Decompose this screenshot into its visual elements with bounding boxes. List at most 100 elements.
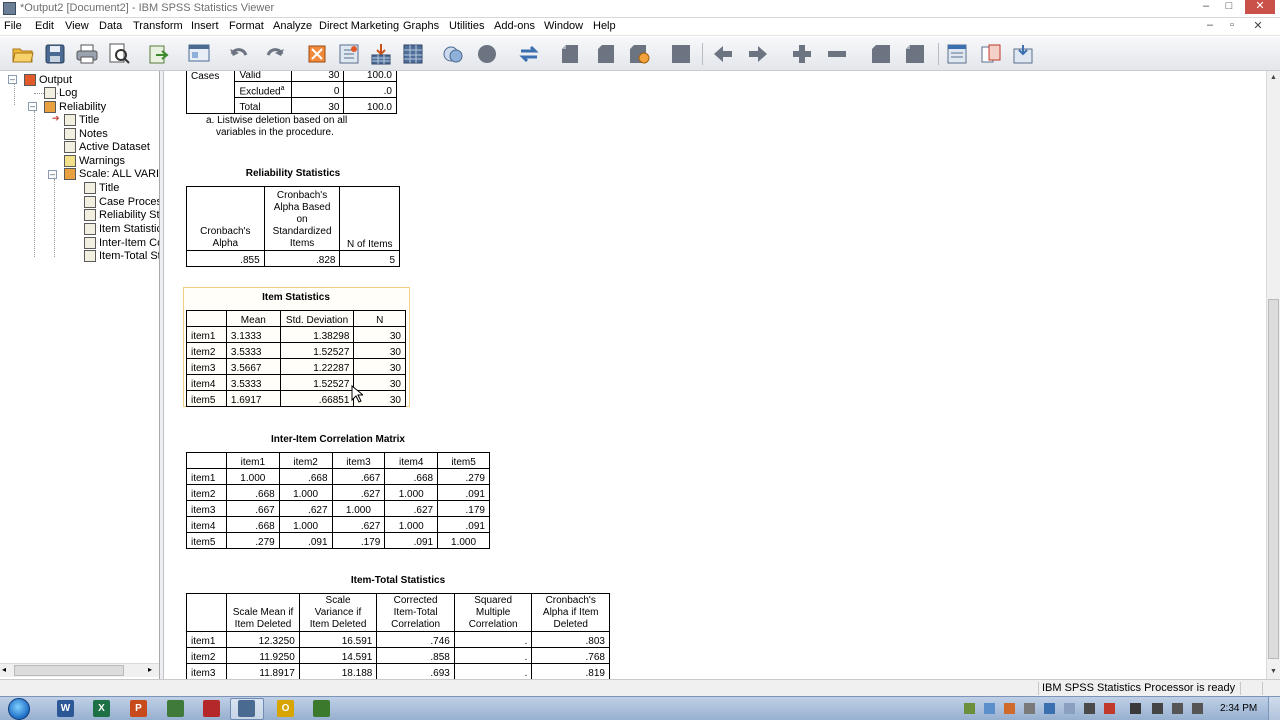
promote-icon[interactable] [710,41,736,67]
pane-splitter[interactable] [160,71,164,679]
battery-icon[interactable] [1172,703,1183,714]
menu-utilities[interactable]: Utilities [449,20,484,32]
show-all-icon[interactable] [668,41,694,67]
designate-window-icon[interactable] [400,41,426,67]
tray-icon[interactable] [984,703,995,714]
scroll-up-arrow[interactable]: ▲ [1267,71,1280,85]
menu-data[interactable]: Data [99,20,122,32]
terminal-app-icon[interactable] [313,700,330,717]
publisher-app-icon[interactable] [167,700,184,717]
output-pane[interactable]: Cases Valid 30 100.0 Excludeda 0 .0 Tota… [165,71,1266,679]
undo-icon[interactable] [226,41,252,67]
mail-app-icon[interactable] [203,700,220,717]
menu-edit[interactable]: Edit [35,20,54,32]
menu-format[interactable]: Format [229,20,264,32]
tree-node-log[interactable]: Log [59,87,77,99]
menu-insert[interactable]: Insert [191,20,219,32]
insert-text-icon[interactable] [626,41,652,67]
tray-icon[interactable] [1024,703,1035,714]
variables-icon[interactable] [368,41,394,67]
doc-minimize-button[interactable]: – [1200,19,1220,31]
scroll-thumb[interactable] [14,665,124,676]
designated-window-icon[interactable] [944,41,970,67]
insert-title-icon[interactable] [592,41,618,67]
doc-close-button[interactable]: ✕ [1248,19,1268,32]
tray-icon[interactable] [1104,703,1115,714]
scroll-thumb[interactable] [1268,299,1279,659]
menu-analyze[interactable]: Analyze [273,20,312,32]
goto-data-icon[interactable] [304,41,330,67]
tree-node-inter-item[interactable]: Inter-Item Co [99,237,159,249]
tree-node-reliability[interactable]: Reliability [59,101,106,113]
menu-view[interactable]: View [65,20,89,32]
show-icon[interactable] [868,41,894,67]
save-icon[interactable] [42,41,68,67]
goto-case-icon[interactable] [336,41,362,67]
select-last-output-icon[interactable] [516,41,542,67]
menu-transform[interactable]: Transform [133,20,183,32]
tree-node-reliability-statistics[interactable]: Reliability Sta [99,209,159,221]
merge-icon[interactable] [1010,41,1036,67]
menu-graphs[interactable]: Graphs [403,20,439,32]
outline-horizontal-scrollbar[interactable]: ◂ ▸ [0,663,159,677]
tray-icon[interactable] [1064,703,1075,714]
demote-icon[interactable] [745,41,771,67]
tray-icon[interactable] [1084,703,1095,714]
create-chart-icon[interactable] [440,41,466,67]
tree-node-title[interactable]: Title [79,114,99,126]
powerpoint-app-icon[interactable]: P [130,700,147,717]
menu-direct-marketing[interactable]: Direct Marketing [319,20,399,32]
tree-node-item-statistics[interactable]: Item Statistics [99,223,159,235]
tree-node-case-processing[interactable]: Case Proces [99,196,159,208]
start-button[interactable] [8,698,30,720]
doc-restore-button[interactable]: ▫ [1222,19,1242,31]
tree-node-scale[interactable]: Scale: ALL VARIAB [79,168,159,180]
print-preview-icon[interactable] [106,41,132,67]
print-icon[interactable] [74,41,100,67]
open-folder-icon[interactable] [10,41,36,67]
split-icon[interactable] [978,41,1004,67]
expander-scale[interactable]: – [48,170,57,179]
tree-node-active-dataset[interactable]: Active Dataset [79,141,150,153]
scroll-right-arrow[interactable]: ▸ [148,665,152,674]
insert-heading-icon[interactable] [556,41,582,67]
collapse-icon[interactable] [824,41,850,67]
tree-node-scale-title[interactable]: Title [99,182,119,194]
menu-window[interactable]: Window [544,20,583,32]
flag-icon[interactable] [1152,703,1163,714]
tree-node-output[interactable]: Output [39,74,72,86]
recall-dialog-icon[interactable] [186,41,212,67]
maximize-button[interactable]: □ [1218,0,1240,14]
redo-icon[interactable] [262,41,288,67]
tray-icon[interactable] [1004,703,1015,714]
network-icon[interactable] [1130,703,1141,714]
expander-reliability[interactable]: – [28,102,37,111]
word-app-icon[interactable]: W [57,700,74,717]
outline-pane[interactable]: – Output Log – Reliability ➔ Title Notes… [0,71,160,679]
tree-node-warnings[interactable]: Warnings [79,155,125,167]
clock[interactable]: 2:34 PM [1220,703,1257,714]
tree-node-item-total[interactable]: Item-Total Sta [99,250,159,262]
minimize-button[interactable]: – [1195,0,1217,14]
hide-selected-icon[interactable] [902,41,928,67]
menu-add-ons[interactable]: Add-ons [494,20,535,32]
menu-help[interactable]: Help [593,20,616,32]
tray-icon[interactable] [964,703,975,714]
expander-output[interactable]: – [8,75,17,84]
menu-file[interactable]: File [4,20,22,32]
output-vertical-scrollbar[interactable]: ▲ ▼ [1266,71,1280,679]
export-icon[interactable] [146,41,172,67]
show-desktop-button[interactable] [1268,697,1280,720]
scroll-left-arrow[interactable]: ◂ [2,665,6,674]
excel-app-icon[interactable]: X [93,700,110,717]
tree-node-notes[interactable]: Notes [79,128,108,140]
close-button[interactable]: ✕ [1245,0,1275,14]
expand-icon[interactable] [789,41,815,67]
volume-icon[interactable] [1192,703,1203,714]
outlook-app-icon[interactable]: O [277,700,294,717]
scroll-down-arrow[interactable]: ▼ [1267,665,1280,679]
spellcheck-icon[interactable] [474,41,500,67]
tray-icon[interactable] [1044,703,1055,714]
spss-app-icon[interactable] [238,700,255,717]
item-statistics-table[interactable]: Mean Std. Deviation N item1 3.1333 1.38298… [186,310,406,407]
